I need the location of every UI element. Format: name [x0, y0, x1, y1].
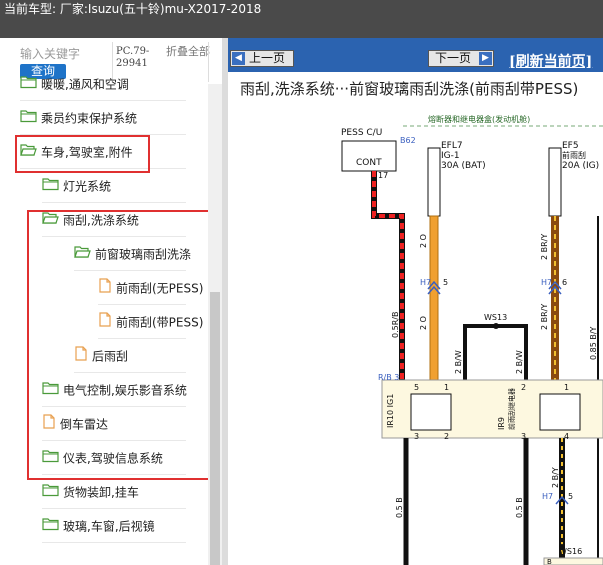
relay-pin-2: 2 [444, 432, 449, 441]
collapse-all-button[interactable]: 折叠全部 [166, 46, 210, 58]
viewer-navbar: ◀ 上一页 下一页 ▶ [刷新当前页] [228, 38, 603, 72]
pc-code: PC.79-29941 [116, 46, 150, 69]
divider [208, 42, 209, 82]
row-divider [42, 542, 186, 543]
wiring-diagram: 熔断器和继电器盒(发动机舱) PESS C/U CONT B62 17 0.5R… [341, 114, 603, 565]
wire-2bry-label-2: 2 BR/Y [540, 304, 549, 330]
efl7-name: EFL7 [441, 141, 463, 151]
b62-label: B62 [400, 136, 416, 145]
folder-icon [42, 512, 59, 542]
scrollbar-thumb[interactable] [210, 292, 220, 565]
ef5-fuse [548, 147, 562, 217]
tree-item[interactable]: 暖暖,通风和空调 [20, 69, 129, 99]
ef5-sub: 前雨刮 [562, 150, 586, 160]
prev-page-button[interactable]: ◀ 上一页 [230, 50, 294, 67]
wire-2o-label-2: 2 O [419, 316, 428, 330]
folder-icon [42, 478, 59, 508]
left-panel: 查询 PC.79-29941 折叠全部 暖暖,通风和空调乘员约束保护系统车身,驾… [0, 38, 222, 565]
ef5-rating: 20A (IG) [562, 161, 599, 171]
wire-2o-label: 2 O [419, 234, 428, 248]
efl7-rating: 30A (BAT) [441, 161, 486, 171]
h7-label-2: H7 [541, 278, 552, 287]
cont-label: CONT [356, 158, 382, 168]
refresh-page-link[interactable]: [刷新当前页] [509, 51, 592, 71]
efl7-fuse [427, 147, 441, 217]
relay-pin-3: 3 [414, 432, 419, 441]
lower-block [543, 557, 603, 565]
tree-item[interactable]: 玻璃,车窗,后视镜 [42, 511, 155, 541]
search-input[interactable] [20, 47, 106, 61]
ir10-label: IR10 IG1 [386, 394, 395, 428]
pess-label: PESS C/U [341, 128, 382, 138]
wire-05rb-label: 0.5R/B [391, 312, 400, 338]
rb3-label: R/B 3 [378, 373, 399, 382]
h7-label: H7 [420, 278, 431, 287]
next-page-button[interactable]: 下一页 ▶ [428, 50, 494, 67]
row-divider [42, 202, 186, 203]
relay-pin-1: 1 [444, 383, 449, 392]
ir9-label: IR9 [497, 417, 506, 430]
relay-pin-5: 5 [414, 383, 419, 392]
tree-item[interactable]: 乘员约束保护系统 [20, 103, 137, 133]
relay-pin-2b: 2 [521, 383, 526, 392]
relay-pin-1b: 1 [564, 383, 569, 392]
relay-ir9 [539, 393, 581, 431]
highlight-box [27, 210, 215, 480]
fuse-box-label: 熔断器和继电器盒(发动机舱) [428, 114, 530, 124]
folder-icon [42, 172, 59, 202]
h7b-label: H7 [542, 492, 553, 501]
ir9-sub-label: 前雨刮继电器 [507, 388, 516, 430]
ef5-name: EF5 [562, 141, 579, 151]
pin17-label: 17 [378, 171, 388, 180]
wire-rb-outer [371, 171, 405, 394]
vehicle-title: 当前车型: 厂家:Isuzu(五十铃)mu-X2017-2018 [4, 2, 262, 16]
tree-item-label: 玻璃,车窗,后视镜 [63, 519, 155, 534]
wire-2bw-label: 2 B/W [454, 350, 463, 374]
wire-2bry-label: 2 BR/Y [540, 234, 549, 260]
tree-item[interactable]: 货物装卸,挂车 [42, 477, 139, 507]
wire-2by-label: 2 B/Y [551, 467, 560, 488]
wire-orange [429, 215, 439, 395]
tree-item-label: 乘员约束保护系统 [41, 111, 138, 126]
tree-item-label: 灯光系统 [63, 179, 112, 194]
ws13-label: WS13 [484, 313, 507, 322]
ws16-label: WS16 [559, 547, 582, 556]
efl7-sub: IG-1 [441, 151, 460, 161]
wire-05b-label: 0.5 B [395, 497, 404, 518]
row-divider [20, 100, 186, 101]
wire-bry [551, 216, 559, 394]
relay-ir10 [410, 393, 452, 431]
tree-scrollbar[interactable] [208, 84, 222, 565]
tree-item-label: 暖暖,通风和空调 [41, 77, 129, 92]
row-divider [42, 508, 186, 509]
pinB-label: B [547, 558, 552, 565]
top-bar: 当前车型: 厂家:Isuzu(五十铃)mu-X2017-2018 [0, 0, 603, 38]
document-viewer: ◀ 上一页 下一页 ▶ [刷新当前页] 雨刮,洗涤系统···前窗玻璃雨刮洗涤(前… [228, 38, 603, 565]
wire-05b-label-2: 0.5 B [515, 497, 524, 518]
splice-ws13 [493, 323, 499, 329]
diagram-title: 雨刮,洗涤系统···前窗玻璃雨刮洗涤(前雨刮带PESS) [240, 80, 579, 98]
pin6-label: 6 [562, 278, 567, 287]
arrow-right-icon: ▶ [479, 52, 492, 65]
pin5-label: 5 [443, 278, 448, 287]
wire-2bw-label-2: 2 B/W [515, 350, 524, 374]
tree-item-label: 货物装卸,挂车 [63, 485, 139, 500]
wire-085by-label: 0.85 B/Y [589, 326, 598, 360]
pin5b-label: 5 [568, 492, 573, 501]
category-tree: 暖暖,通风和空调 乘员约束保护系统 车身,驾驶室,附件 灯光系统 雨刮,洗涤系统 前窗玻璃… [0, 75, 215, 565]
arrow-left-icon: ◀ [232, 52, 245, 65]
folder-icon [20, 104, 37, 134]
highlight-box [15, 135, 150, 173]
tree-item[interactable]: 灯光系统 [42, 171, 111, 201]
wire-rb [372, 171, 404, 394]
folder-icon [20, 70, 37, 100]
